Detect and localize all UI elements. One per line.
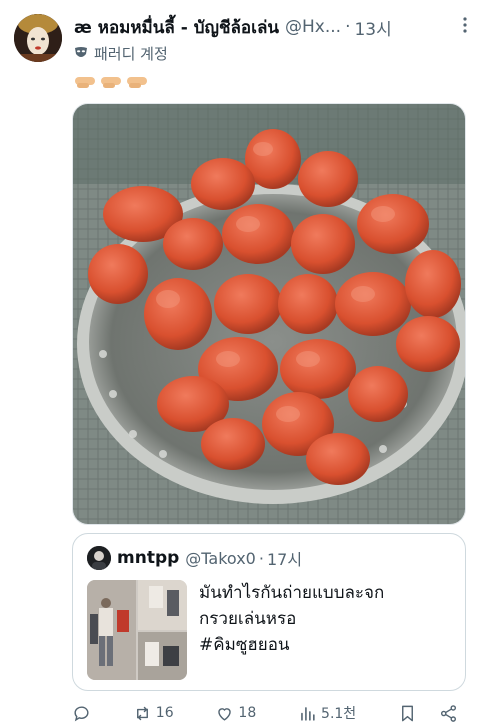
quote-display-name[interactable]: mntpp (117, 548, 179, 568)
like-count: 18 (238, 705, 257, 721)
retweet-button[interactable]: 16 (133, 704, 174, 723)
like-button[interactable]: 18 (215, 704, 256, 723)
parody-text: 패러디 계정 (94, 44, 168, 63)
reply-icon (74, 705, 89, 721)
quoted-post[interactable]: mntpp @Takox0 · 17시 มันทำไรกันถ่ายแบบละจ… (72, 533, 466, 691)
post-header: æ หอมหมื่นลี้ - บัญชีล้อเล่น @Hx... · 13… (74, 14, 468, 40)
quote-thumbnail[interactable] (87, 580, 187, 680)
heart-icon (218, 707, 232, 721)
pointing-hand-icon (127, 77, 147, 88)
quote-photo-collage (87, 580, 187, 680)
post-text (74, 74, 148, 90)
pointing-hand-icon (75, 77, 95, 88)
views-button[interactable]: 5.1천 (298, 703, 356, 723)
share-icon (440, 704, 457, 722)
reply-button[interactable] (72, 704, 91, 723)
right-actions (398, 704, 458, 723)
share-button[interactable] (439, 704, 458, 723)
quote-header: mntpp @Takox0 · 17시 (117, 546, 302, 570)
separator-dot: · (345, 17, 351, 37)
user-handle[interactable]: @Hx... (285, 17, 341, 37)
quote-avatar[interactable] (87, 546, 111, 570)
post-photo[interactable] (72, 103, 466, 525)
display-name[interactable]: æ หอมหมื่นลี้ - บัญชีล้อเล่น (74, 14, 279, 41)
parody-label: 패러디 계정 (74, 42, 168, 64)
fried-sausages-image (73, 104, 465, 524)
avatar[interactable] (14, 14, 62, 62)
pointing-hand-icon (101, 77, 121, 88)
bookmark-button[interactable] (398, 704, 417, 723)
views-icon (301, 706, 315, 721)
separator-dot: · (258, 548, 264, 568)
quote-time[interactable]: 17시 (267, 546, 302, 570)
retweet-count: 16 (155, 705, 174, 721)
bookmark-icon (402, 705, 413, 721)
post-time[interactable]: 13시 (354, 15, 391, 40)
quote-text: มันทำไรกันถ่ายแบบละจก กรวยเล่นหรอ #คิมซู… (199, 583, 385, 655)
more-vertical-icon[interactable] (462, 16, 468, 39)
views-count: 5.1천 (321, 706, 357, 722)
quote-handle[interactable]: @Takox0 (185, 549, 256, 568)
mask-icon (75, 47, 87, 57)
retweet-icon (136, 706, 148, 720)
avatar-image (14, 14, 62, 62)
action-bar: 16 18 5.1천 (72, 700, 466, 726)
